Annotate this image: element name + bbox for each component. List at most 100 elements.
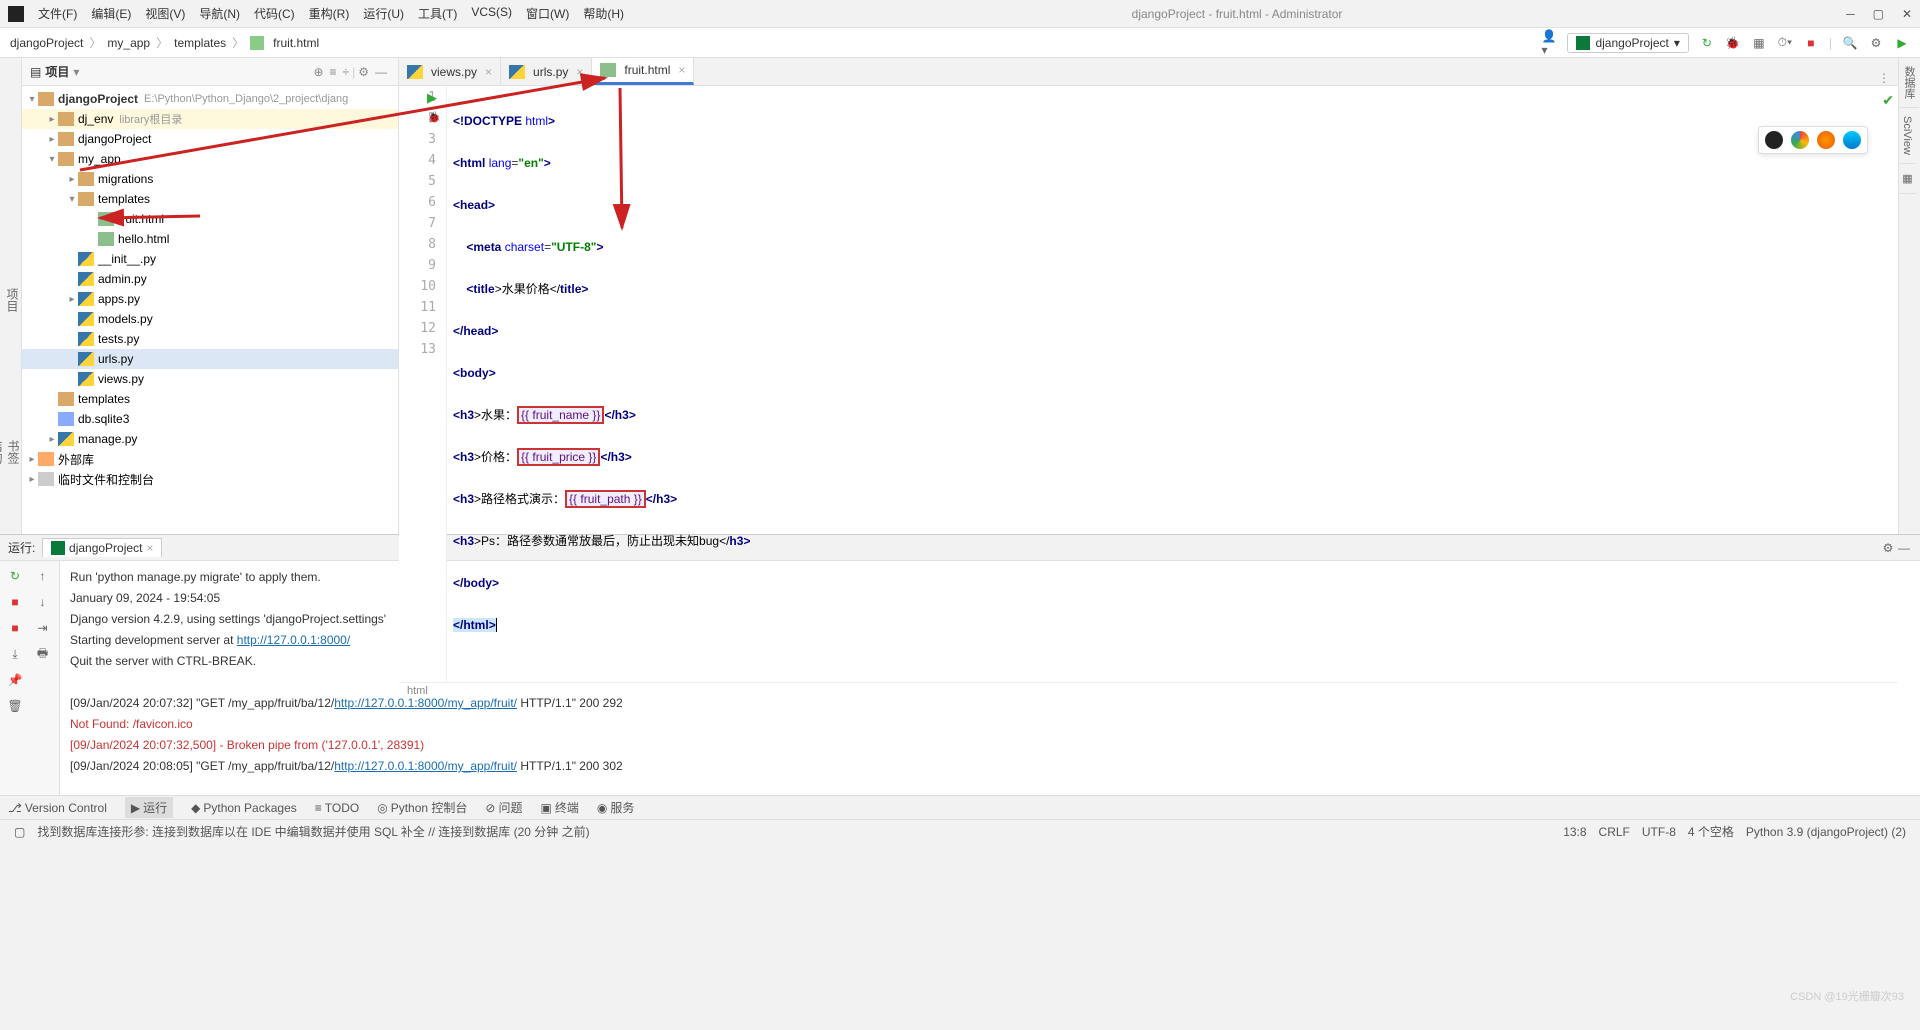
status-msg[interactable]: 找到数据库连接形参: 连接到数据库以在 IDE 中编辑数据并使用 SQL 补全 … xyxy=(37,823,589,840)
menu-nav[interactable]: 导航(N) xyxy=(195,3,244,24)
sidebar-tab-bookmarks[interactable]: 书签 xyxy=(5,440,22,464)
status-indent[interactable]: 4 个空格 xyxy=(1688,823,1734,840)
tree-templates[interactable]: templates xyxy=(98,192,150,206)
tab-views-py[interactable]: views.py× xyxy=(399,58,501,85)
print-icon[interactable]: 🖶 xyxy=(32,643,54,665)
collapse-icon[interactable]: ÷ xyxy=(343,65,350,79)
bc-p0[interactable]: djangoProject xyxy=(10,36,83,50)
tree-apps-py[interactable]: apps.py xyxy=(98,292,140,306)
tab-fruit-html[interactable]: fruit.html× xyxy=(592,58,694,85)
run-tab[interactable]: djangoProject× xyxy=(42,538,162,557)
up-icon[interactable]: ↑ xyxy=(32,565,54,587)
menu-view[interactable]: 视图(V) xyxy=(141,3,189,24)
scroll-icon[interactable]: ⤓ xyxy=(4,643,26,665)
coverage-icon[interactable]: ▦ xyxy=(1751,35,1767,51)
bt-terminal[interactable]: ▣ 终端 xyxy=(541,799,579,816)
menu-refactor[interactable]: 重构(R) xyxy=(305,3,354,24)
status-enc[interactable]: UTF-8 xyxy=(1642,825,1676,839)
tree-db[interactable]: db.sqlite3 xyxy=(78,412,129,426)
status-pos[interactable]: 13:8 xyxy=(1563,825,1586,839)
request-url-link[interactable]: http://127.0.0.1:8000/my_app/fruit/ xyxy=(334,696,517,710)
menu-run[interactable]: 运行(U) xyxy=(359,3,408,24)
tree-tests-py[interactable]: tests.py xyxy=(98,332,139,346)
run-config-selector[interactable]: djangoProject ▾ xyxy=(1567,33,1688,53)
tree-init-py[interactable]: __init__.py xyxy=(98,252,156,266)
tree-root[interactable]: djangoProject xyxy=(58,92,138,106)
tree-manage-py[interactable]: manage.py xyxy=(78,432,137,446)
status-eol[interactable]: CRLF xyxy=(1599,825,1630,839)
rerun-icon[interactable]: ↻ xyxy=(1699,35,1715,51)
inspection-ok-icon[interactable]: ✔ xyxy=(1882,92,1894,109)
tab-urls-py[interactable]: urls.py× xyxy=(501,58,592,85)
minimize-icon[interactable]: ─ xyxy=(1846,7,1855,21)
menu-window[interactable]: 窗口(W) xyxy=(522,3,573,24)
bt-problems[interactable]: ⊘ 问题 xyxy=(485,799,522,816)
bt-services[interactable]: ◉ 服务 xyxy=(597,799,635,816)
rerun-icon[interactable]: ↻ xyxy=(4,565,26,587)
stop-icon[interactable]: ■ xyxy=(4,591,26,613)
tree-views-py[interactable]: views.py xyxy=(98,372,144,386)
tree-models-py[interactable]: models.py xyxy=(98,312,153,326)
menu-vcs[interactable]: VCS(S) xyxy=(467,3,516,24)
hide-icon[interactable]: — xyxy=(375,65,387,79)
close-icon[interactable]: × xyxy=(146,541,153,555)
tree-ext-lib[interactable]: 外部库 xyxy=(58,451,94,468)
tree-templates2[interactable]: templates xyxy=(78,392,130,406)
gear-icon[interactable]: ⚙ xyxy=(358,65,369,79)
menu-code[interactable]: 代码(C) xyxy=(250,3,299,24)
tree-dj-env[interactable]: dj_env xyxy=(78,112,113,126)
bc-p1[interactable]: my_app xyxy=(107,36,150,50)
tree-scratch[interactable]: 临时文件和控制台 xyxy=(58,471,154,488)
menu-tools[interactable]: 工具(T) xyxy=(414,3,461,24)
status-icon[interactable]: ▢ xyxy=(14,825,25,839)
request-url-link[interactable]: http://127.0.0.1:8000/my_app/fruit/ xyxy=(334,759,517,773)
profile-icon[interactable]: ⏱▾ xyxy=(1777,35,1793,51)
bt-python-packages[interactable]: ◆ Python Packages xyxy=(191,801,297,815)
close-icon[interactable]: ✕ xyxy=(1902,7,1912,21)
menu-file[interactable]: 文件(F) xyxy=(34,3,81,24)
bt-python-console[interactable]: ◎ Python 控制台 xyxy=(377,799,467,816)
bc-p3[interactable]: fruit.html xyxy=(273,36,319,50)
trash-icon[interactable]: 🗑 xyxy=(4,695,26,717)
server-url-link[interactable]: http://127.0.0.1:8000/ xyxy=(237,633,350,647)
user-icon[interactable]: 👤▾ xyxy=(1541,35,1557,51)
run-marker-icon[interactable]: ▶ xyxy=(427,90,437,106)
tree-djangoproject[interactable]: djangoProject xyxy=(78,132,151,146)
stop-all-icon[interactable]: ■ xyxy=(4,617,26,639)
locate-icon[interactable]: ⊕ xyxy=(313,65,323,79)
status-interpreter[interactable]: Python 3.9 (djangoProject) (2) xyxy=(1746,825,1906,839)
menu-help[interactable]: 帮助(H) xyxy=(579,3,628,24)
menu-edit[interactable]: 编辑(E) xyxy=(87,3,135,24)
stop-icon[interactable]: ■ xyxy=(1803,35,1819,51)
tree-my-app[interactable]: my_app xyxy=(78,152,121,166)
tab-more-icon[interactable]: ⋮ xyxy=(1878,71,1898,85)
bc-p2[interactable]: templates xyxy=(174,36,226,50)
sidebar-tab-structure[interactable]: 结构 xyxy=(0,440,5,474)
settings-icon[interactable]: ⚙ xyxy=(1868,35,1884,51)
code-area[interactable]: ▶ 🐞 1 2 3 4 5 6 7 8 9 10 11 12 13 <!DOCT… xyxy=(399,86,1898,682)
bt-run[interactable]: ▶ 运行 xyxy=(125,797,173,818)
bug-marker-icon[interactable]: 🐞 xyxy=(427,111,441,124)
sidebar-tab-unknown[interactable]: ▦ xyxy=(1899,164,1916,194)
tree-admin-py[interactable]: admin.py xyxy=(98,272,147,286)
firefox-icon[interactable] xyxy=(1817,131,1835,149)
bt-todo[interactable]: ≡ TODO xyxy=(315,801,359,815)
tree-fruit-html[interactable]: fruit.html xyxy=(118,212,164,226)
code-body[interactable]: <!DOCTYPE html> <html lang="en"> <head> … xyxy=(447,86,1898,682)
tree-urls-py[interactable]: urls.py xyxy=(98,352,133,366)
sidebar-tab-sciview[interactable]: SciView xyxy=(1899,108,1915,164)
down-icon[interactable]: ↓ xyxy=(32,591,54,613)
tree-migrations[interactable]: migrations xyxy=(98,172,153,186)
wrap-icon[interactable]: ⇥ xyxy=(32,617,54,639)
bt-version-control[interactable]: ⎇ Version Control xyxy=(8,801,107,815)
tree-hello-html[interactable]: hello.html xyxy=(118,232,169,246)
debug-icon[interactable]: 🐞 xyxy=(1725,35,1741,51)
hide-icon[interactable]: — xyxy=(1896,540,1912,556)
expand-icon[interactable]: ≡ xyxy=(330,65,337,79)
close-icon[interactable]: × xyxy=(485,65,492,79)
pin-icon[interactable]: 📌 xyxy=(4,669,26,691)
run-icon[interactable]: ▶ xyxy=(1894,35,1910,51)
search-icon[interactable]: 🔍 xyxy=(1842,35,1858,51)
pycharm-icon[interactable] xyxy=(1765,131,1783,149)
close-icon[interactable]: × xyxy=(678,63,685,77)
